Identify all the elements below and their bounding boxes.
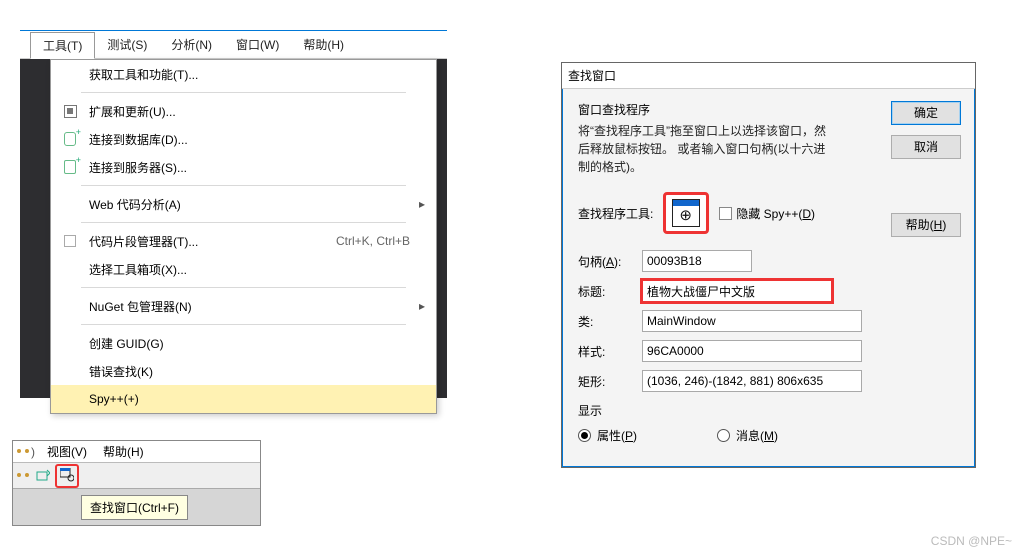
- menu-help-2[interactable]: 帮助(H): [95, 441, 152, 462]
- class-label: 类:: [578, 313, 634, 330]
- checkbox-icon: [719, 207, 732, 220]
- menu-analyze[interactable]: 分析(N): [159, 32, 224, 57]
- finder-tool-highlight: [663, 192, 709, 234]
- radio-messages[interactable]: 消息(M): [717, 427, 778, 444]
- rect-input[interactable]: [642, 370, 862, 392]
- menu-item[interactable]: 获取工具和功能(T)...: [51, 60, 436, 88]
- tooltip: 查找窗口(Ctrl+F): [81, 495, 188, 520]
- handle-input[interactable]: [642, 250, 752, 272]
- caption-label: 标题:: [578, 283, 634, 300]
- menu-item-label: 代码片段管理器(T)...: [81, 233, 330, 250]
- menu-help[interactable]: 帮助(H): [291, 32, 356, 57]
- spyxx-toolbar: [13, 463, 260, 489]
- find-window-dialog: 查找窗口 确定 取消 帮助(H) 窗口查找程序 将“查找程序工具”拖至窗口上以选…: [561, 62, 976, 468]
- menu-test[interactable]: 测试(S): [95, 32, 159, 57]
- separator: [81, 324, 406, 325]
- radio-icon: [717, 429, 730, 442]
- menu-item-icon: [59, 235, 81, 247]
- dialog-title: 查找窗口: [568, 67, 616, 84]
- display-label: 显示: [578, 402, 963, 419]
- style-input[interactable]: [642, 340, 862, 362]
- help-button[interactable]: 帮助(H): [891, 213, 961, 237]
- submenu-arrow-icon: ▸: [416, 197, 428, 211]
- menu-item-label: 连接到服务器(S)...: [81, 159, 404, 176]
- radio-icon: [578, 429, 591, 442]
- finder-tool[interactable]: [672, 199, 700, 227]
- menu-item-label: 创建 GUID(G): [81, 335, 404, 352]
- menu-item-icon: [59, 160, 81, 174]
- menu-item-icon: [59, 105, 81, 118]
- vs-window: 工具(T) 测试(S) 分析(N) 窗口(W) 帮助(H) 获取工具和功能(T)…: [20, 30, 447, 398]
- menu-window[interactable]: 窗口(W): [224, 32, 291, 57]
- spyxx-toolbar-window: ) 视图(V) 帮助(H) 查找窗口(Ctrl+F): [12, 440, 261, 526]
- menu-item[interactable]: 创建 GUID(G): [51, 329, 436, 357]
- handle-label: 句柄(A):: [578, 253, 634, 270]
- separator: [81, 92, 406, 93]
- finder-label: 查找程序工具:: [578, 205, 653, 222]
- spyxx-menubar: ) 视图(V) 帮助(H): [13, 441, 260, 463]
- style-label: 样式:: [578, 343, 634, 360]
- menu-item-label: 扩展和更新(U)...: [81, 103, 404, 120]
- menu-item[interactable]: 错误查找(K): [51, 357, 436, 385]
- gear-icon: [17, 473, 29, 479]
- menu-item[interactable]: 连接到数据库(D)...: [51, 125, 436, 153]
- dialog-side-buttons: 确定 取消 帮助(H): [891, 101, 961, 237]
- separator: [81, 222, 406, 223]
- menu-item-label: Spy++(+): [81, 392, 404, 406]
- menu-item-label: 获取工具和功能(T)...: [81, 66, 404, 83]
- watermark: CSDN @NPE~: [931, 534, 1012, 548]
- find-window-icon[interactable]: [59, 467, 75, 483]
- submenu-arrow-icon: ▸: [416, 299, 428, 313]
- menu-item[interactable]: 扩展和更新(U)...: [51, 97, 436, 125]
- menu-item[interactable]: Spy++(+): [51, 385, 436, 413]
- cancel-button[interactable]: 取消: [891, 135, 961, 159]
- class-input[interactable]: [642, 310, 862, 332]
- radio-properties[interactable]: 属性(P): [578, 427, 637, 444]
- hide-spy-checkbox[interactable]: 隐藏 Spy++(D): [719, 205, 815, 222]
- menu-item-label: 连接到数据库(D)...: [81, 131, 404, 148]
- menu-item-label: 选择工具箱项(X)...: [81, 261, 404, 278]
- menu-tools[interactable]: 工具(T): [30, 32, 95, 59]
- rect-label: 矩形:: [578, 373, 634, 390]
- dialog-titlebar: 查找窗口: [562, 63, 975, 89]
- menu-item-label: NuGet 包管理器(N): [81, 298, 404, 315]
- gear-icon: [17, 449, 29, 455]
- ok-button[interactable]: 确定: [891, 101, 961, 125]
- menu-item[interactable]: Web 代码分析(A) ▸: [51, 190, 436, 218]
- menu-item-shortcut: Ctrl+K, Ctrl+B: [330, 234, 416, 248]
- menu-item[interactable]: 连接到服务器(S)...: [51, 153, 436, 181]
- refresh-icon[interactable]: [35, 468, 51, 484]
- find-window-button-highlight: [55, 464, 79, 488]
- menu-item[interactable]: 选择工具箱项(X)...: [51, 255, 436, 283]
- separator: [81, 185, 406, 186]
- main-menubar: 工具(T) 测试(S) 分析(N) 窗口(W) 帮助(H): [20, 31, 447, 59]
- menu-item-label: 错误查找(K): [81, 363, 404, 380]
- menu-view[interactable]: 视图(V): [39, 441, 95, 462]
- menu-item[interactable]: NuGet 包管理器(N) ▸: [51, 292, 436, 320]
- dialog-desc: 将“查找程序工具”拖至窗口上以选择该窗口，然后释放鼠标按钮。 或者输入窗口句柄(…: [578, 122, 833, 176]
- caption-input[interactable]: [642, 280, 832, 302]
- menu-item-icon: [59, 132, 81, 146]
- menu-item[interactable]: 代码片段管理器(T)...Ctrl+K, Ctrl+B: [51, 227, 436, 255]
- separator: [81, 287, 406, 288]
- menu-item-label: Web 代码分析(A): [81, 196, 404, 213]
- tools-dropdown: 获取工具和功能(T)... 扩展和更新(U)... 连接到数据库(D)... 连接到服…: [50, 59, 437, 414]
